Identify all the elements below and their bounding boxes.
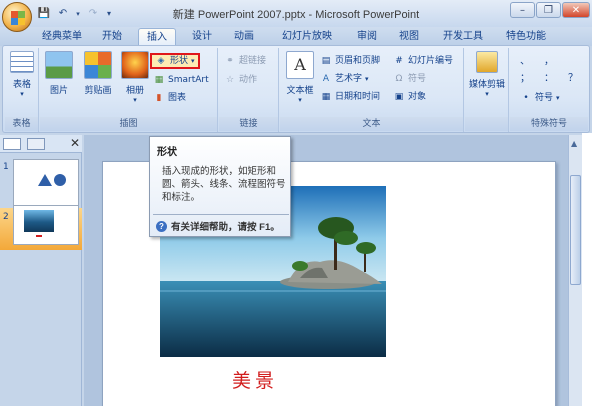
- datetime-button[interactable]: ▦ 日期和时间: [320, 89, 380, 105]
- object-icon: ▣: [394, 92, 404, 102]
- special-symbol-button[interactable]: • 符号 ▾: [520, 90, 559, 106]
- tab-animation[interactable]: 动画: [229, 28, 259, 46]
- help-icon: ?: [156, 220, 167, 232]
- group-label-table: 表格: [5, 117, 38, 131]
- group-links: ⚭ 超链接 ☆ 动作 链接: [219, 48, 279, 132]
- tab-home[interactable]: 开始: [97, 28, 127, 46]
- symbol-button[interactable]: Ω 符号: [393, 71, 426, 87]
- group-media: 媒体剪辑 ▾: [465, 48, 509, 132]
- caption-thumb: [36, 235, 42, 237]
- textbox-icon: A: [286, 51, 314, 79]
- restore-button[interactable]: ❐: [536, 2, 561, 18]
- tab-insert[interactable]: 插入: [138, 28, 176, 46]
- right-edge: [582, 133, 592, 406]
- ribbon-tab-bar: 经典菜单 开始 插入 设计 动画 幻灯片放映 审阅 视图 开发工具 特色功能: [0, 27, 592, 46]
- hyperlink-icon: ⚭: [226, 56, 234, 66]
- slides-tab-icon[interactable]: [3, 138, 21, 150]
- bullet-icon: •: [523, 93, 529, 103]
- tooltip-help-text: 有关详细帮助，请按 F1。: [171, 222, 280, 233]
- media-icon: [476, 51, 498, 73]
- header-footer-icon: ▤: [321, 56, 331, 66]
- shape-button[interactable]: ◈ 形状 ▾: [150, 53, 200, 69]
- slide-number-2: 2: [3, 212, 9, 222]
- omega-icon: Ω: [395, 74, 403, 84]
- group-label-media: [465, 117, 508, 131]
- album-icon: [121, 51, 149, 79]
- table-button[interactable]: 表格 ▾: [8, 51, 36, 98]
- tab-special[interactable]: 特色功能: [500, 28, 552, 46]
- group-label-text: 文本: [280, 117, 463, 131]
- outline-tab-icon[interactable]: [27, 138, 45, 150]
- tooltip-title: 形状: [157, 147, 177, 158]
- slide-number-button[interactable]: # 幻灯片编号: [393, 53, 453, 69]
- group-label-special: 特殊符号: [510, 117, 588, 131]
- clipart-icon: [84, 51, 112, 79]
- office-button[interactable]: [2, 2, 32, 32]
- picture-button[interactable]: 图片: [44, 51, 74, 96]
- object-button[interactable]: ▣ 对象: [393, 89, 426, 105]
- special-chars-row1[interactable]: 、 ，: [520, 54, 554, 70]
- action-button[interactable]: ☆ 动作: [224, 72, 257, 88]
- slide-number-icon: #: [395, 56, 403, 66]
- wordart-button[interactable]: A 艺术字 ▾: [320, 71, 369, 87]
- minimize-button[interactable]: –: [510, 2, 535, 18]
- group-text: A 文本框 ▾ ▤ 页眉和页脚 A 艺术字 ▾ ▦ 日期和时间 # 幻灯片编号 …: [280, 48, 464, 132]
- tab-slideshow[interactable]: 幻灯片放映: [276, 28, 338, 46]
- calendar-icon: ▦: [321, 92, 331, 102]
- tab-view[interactable]: 视图: [394, 28, 424, 46]
- action-icon: ☆: [225, 75, 235, 85]
- chart-button[interactable]: ▮ 图表: [153, 90, 187, 106]
- window-title: 新建 PowerPoint 2007.pptx - Microsoft Powe…: [172, 9, 420, 21]
- textbox-button[interactable]: A 文本框 ▾: [283, 51, 317, 104]
- close-button[interactable]: ✕: [562, 2, 590, 18]
- wordart-icon: A: [322, 74, 330, 84]
- slide-number-1: 1: [3, 162, 9, 172]
- scroll-up-icon[interactable]: ▲: [571, 139, 580, 149]
- group-special-symbols: 、 ， ； ： ？ • 符号 ▾ 特殊符号: [510, 48, 588, 132]
- shapes-icon: ◈: [157, 56, 165, 66]
- group-label-illustrations: 插图: [40, 117, 217, 131]
- scroll-thumb[interactable]: [570, 175, 581, 285]
- tab-review[interactable]: 审阅: [352, 28, 382, 46]
- ribbon: 表格 ▾ 表格 图片 剪贴画 相册 ▾ ◈ 形状 ▾ ▦ SmartArt ▮: [2, 45, 590, 133]
- shape-tooltip: 形状 插入现成的形状，如矩形和圆、箭头、线条、流程图符号和标注。 ? 有关详细帮…: [149, 136, 291, 237]
- photo-thumb: [24, 210, 54, 232]
- pane-tabs: ✕: [0, 135, 82, 153]
- vertical-scrollbar[interactable]: ▲: [568, 135, 582, 406]
- media-clip-button[interactable]: 媒体剪辑 ▾: [467, 51, 507, 98]
- picture-icon: [45, 51, 73, 79]
- tab-design[interactable]: 设计: [187, 28, 217, 46]
- album-button[interactable]: 相册 ▾: [120, 51, 150, 104]
- tooltip-body: 插入现成的形状，如矩形和圆、箭头、线条、流程图符号和标注。: [162, 166, 286, 203]
- smartart-button[interactable]: ▦ SmartArt: [153, 72, 209, 88]
- table-icon: [10, 51, 34, 73]
- shapes-preview: [38, 174, 66, 186]
- slide-thumbnail-1[interactable]: [13, 159, 79, 207]
- slide-caption[interactable]: 美景: [220, 366, 290, 393]
- special-chars-row2[interactable]: ； ： ？: [520, 71, 578, 87]
- slide-thumbnail-2[interactable]: [13, 205, 79, 245]
- group-table: 表格 ▾ 表格: [5, 48, 39, 132]
- clipart-button[interactable]: 剪贴画: [80, 51, 116, 96]
- group-label-links: 链接: [219, 117, 278, 131]
- tooltip-separator: [153, 214, 289, 215]
- hyperlink-button[interactable]: ⚭ 超链接: [224, 53, 266, 69]
- tab-classic-menu[interactable]: 经典菜单: [36, 28, 88, 46]
- smartart-icon: ▦: [154, 75, 164, 85]
- group-illustrations: 图片 剪贴画 相册 ▾ ◈ 形状 ▾ ▦ SmartArt ▮ 图表 插图: [40, 48, 218, 132]
- close-pane-icon[interactable]: ✕: [70, 136, 80, 150]
- header-footer-button[interactable]: ▤ 页眉和页脚: [320, 53, 380, 69]
- chart-icon: ▮: [156, 93, 162, 103]
- tab-developer[interactable]: 开发工具: [437, 28, 489, 46]
- tooltip-help: ? 有关详细帮助，请按 F1。: [156, 219, 280, 233]
